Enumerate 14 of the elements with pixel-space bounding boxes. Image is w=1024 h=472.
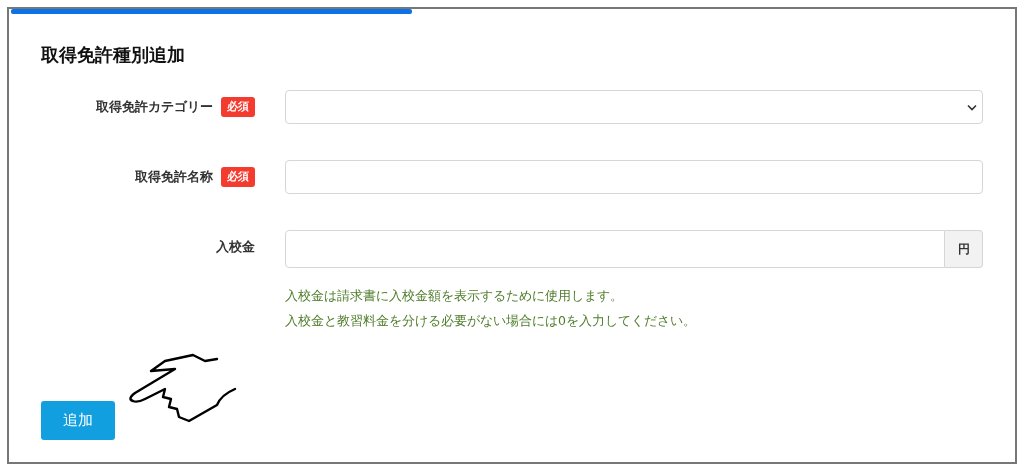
add-button[interactable]: 追加	[41, 401, 115, 440]
help-text: 入校金は請求書に入校金額を表示するために使用します。	[285, 287, 624, 305]
currency-suffix: 円	[945, 230, 983, 268]
field-label: 取得免許名称	[135, 168, 213, 186]
input-field[interactable]	[285, 160, 983, 194]
field-label: 入校金	[216, 238, 255, 256]
input-field[interactable]	[285, 230, 945, 268]
form-title: 取得免許種別追加	[41, 43, 186, 67]
field-label: 取得免許カテゴリー	[96, 98, 213, 116]
help-text: 入校金と教習料金を分ける必要がない場合には0を入力してください。	[285, 312, 697, 330]
required-badge: 必須	[221, 97, 255, 117]
required-badge: 必須	[221, 167, 255, 187]
caret-icon	[967, 103, 977, 111]
select-field[interactable]	[285, 90, 983, 124]
